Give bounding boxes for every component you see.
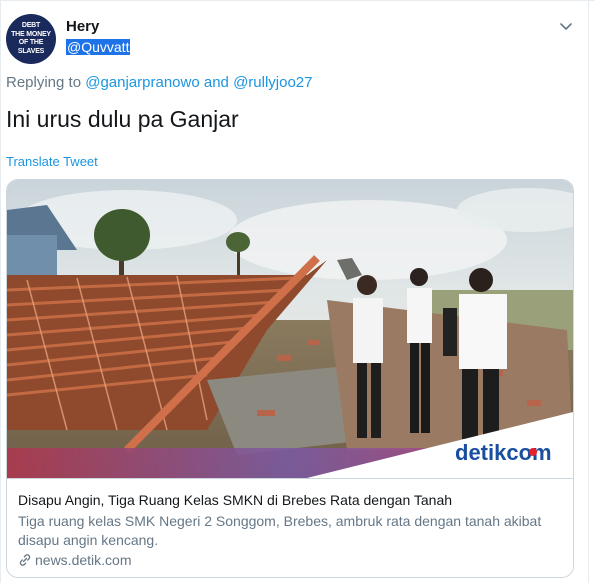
mention-joiner: and [203,74,229,91]
mention-link[interactable]: @ganjarpranowo [85,74,199,91]
card-domain-text: news.detik.com [35,552,132,568]
frame-right-border [588,0,589,583]
card-body[interactable]: Disapu Angin, Tiga Ruang Kelas SMKN di B… [7,478,573,577]
mention-link[interactable]: @rullyjoo27 [233,74,312,91]
card-image[interactable]: detikcom [7,180,573,478]
avatar-text: DEBT THE MONEY OF THE SLAVES [11,22,51,55]
avatar[interactable]: DEBT THE MONEY OF THE SLAVES [6,14,56,64]
card-description: Tiga ruang kelas SMK Negeri 2 Songgom, B… [18,513,542,548]
frame-top-border [0,0,595,1]
replying-prefix: Replying to [6,74,82,91]
replying-to: Replying to @ganjarpranowo and @rullyjoo… [6,74,313,91]
link-card[interactable]: detikcom Disapu Angin, Tiga Ruang Kelas … [6,179,574,578]
chevron-down-icon[interactable] [558,18,574,34]
detik-logo-text: detikcom [455,440,552,465]
author-handle[interactable]: @Quvvatt [66,39,131,55]
card-domain: news.detik.com [18,552,131,568]
author-name[interactable]: Hery [66,18,99,35]
translate-tweet-link[interactable]: Translate Tweet [6,154,98,169]
tweet-text: Ini urus dulu pa Ganjar [6,106,239,132]
link-icon [19,554,31,566]
frame-left-border [0,0,1,583]
card-title: Disapu Angin, Tiga Ruang Kelas SMKN di B… [18,492,453,508]
